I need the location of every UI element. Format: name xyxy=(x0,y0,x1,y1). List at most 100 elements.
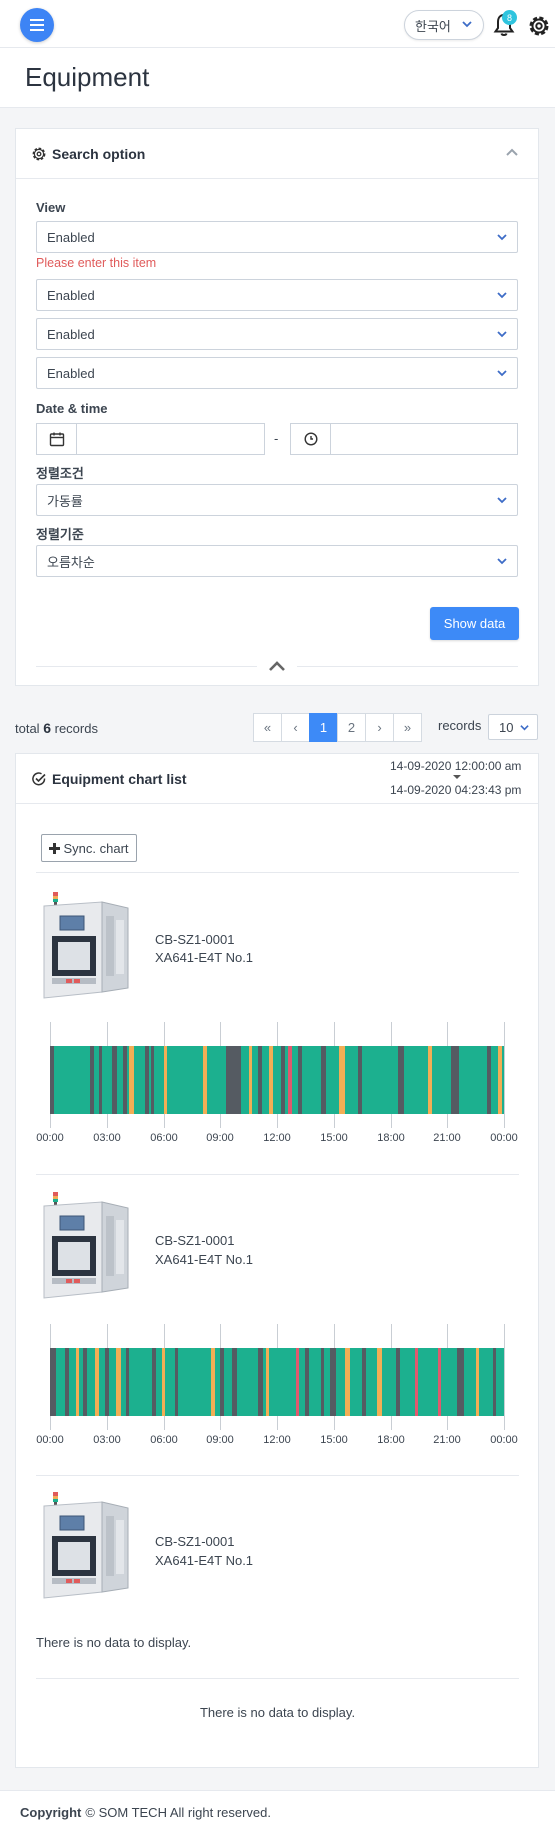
chart-segment-stopped[interactable] xyxy=(125,1348,130,1416)
chart-segment-stopped[interactable] xyxy=(220,1348,225,1416)
chart-segment-warning[interactable] xyxy=(339,1046,346,1114)
show-data-button[interactable]: Show data xyxy=(430,607,519,640)
equipment-name: XA641-E4T No.1 xyxy=(155,1553,254,1568)
page-button[interactable]: » xyxy=(393,713,422,742)
chart-segment-warning[interactable] xyxy=(498,1046,503,1114)
chart-bar-running[interactable] xyxy=(50,1046,504,1114)
chart-segment-alarm[interactable] xyxy=(295,1348,299,1416)
page-button[interactable]: 1 xyxy=(309,713,338,742)
chart-segment-warning[interactable] xyxy=(428,1046,433,1114)
chart-segment-warning[interactable] xyxy=(203,1046,207,1114)
chart-segment-stopped[interactable] xyxy=(398,1046,404,1114)
language-select[interactable]: 한국어 xyxy=(404,10,484,40)
chart-segment-stopped[interactable] xyxy=(305,1348,310,1416)
clock-button[interactable] xyxy=(291,424,331,454)
collapse-button[interactable] xyxy=(257,657,297,675)
chart-segment-stopped[interactable] xyxy=(50,1348,56,1416)
chart-segment-stopped[interactable] xyxy=(151,1046,155,1114)
chart-segment-stopped[interactable] xyxy=(225,1046,242,1114)
chevron-down-icon xyxy=(497,292,507,299)
chart-segment-stopped[interactable] xyxy=(358,1046,363,1114)
chart-segment-stopped[interactable] xyxy=(258,1046,262,1114)
chart-segment-alarm[interactable] xyxy=(288,1046,293,1114)
chart-segment-alarm[interactable] xyxy=(415,1348,418,1416)
chart-segment-stopped[interactable] xyxy=(112,1046,118,1114)
pagination: «‹ 1 2 ›» xyxy=(253,713,422,742)
chart-segment-stopped[interactable] xyxy=(320,1348,325,1416)
chart-gridline xyxy=(504,1324,505,1430)
chart-segment-stopped[interactable] xyxy=(122,1046,127,1114)
view-select[interactable]: Enabled xyxy=(36,221,518,253)
language-label: 한국어 xyxy=(415,18,451,34)
total-records: total 6 records xyxy=(15,720,98,736)
chart-segment-warning[interactable] xyxy=(161,1348,166,1416)
machine-image xyxy=(43,1192,129,1299)
chart-segment-warning[interactable] xyxy=(345,1348,350,1416)
settings-gear-icon[interactable] xyxy=(526,13,552,39)
chart-segment-stopped[interactable] xyxy=(396,1348,400,1416)
date-to-input[interactable] xyxy=(331,424,517,454)
chart-segment-stopped[interactable] xyxy=(99,1046,102,1114)
filter-select-2[interactable]: Enabled xyxy=(36,279,518,311)
chart-segment-stopped[interactable] xyxy=(152,1348,156,1416)
chart-segment-stopped[interactable] xyxy=(320,1046,327,1114)
menu-button[interactable] xyxy=(20,8,54,42)
page-button[interactable]: ‹ xyxy=(281,713,310,742)
calendar-button[interactable] xyxy=(37,424,77,454)
top-bar: 한국어 8 xyxy=(0,0,555,48)
chart-segment-stopped[interactable] xyxy=(65,1348,69,1416)
chart-segment-stopped[interactable] xyxy=(83,1348,87,1416)
chart-segment-warning[interactable] xyxy=(129,1046,135,1114)
chart-segment-warning[interactable] xyxy=(210,1348,215,1416)
chart-segment-warning[interactable] xyxy=(475,1348,480,1416)
page-button[interactable]: « xyxy=(253,713,282,742)
page-button[interactable]: › xyxy=(365,713,394,742)
chart-segment-stopped[interactable] xyxy=(456,1348,465,1416)
chart-segment-stopped[interactable] xyxy=(329,1348,336,1416)
equipment-code: CB-SZ1-0001 xyxy=(155,1534,235,1549)
chart-segment-stopped[interactable] xyxy=(280,1046,285,1114)
equipment-name: XA641-E4T No.1 xyxy=(155,950,254,965)
search-option-header[interactable]: Search option xyxy=(16,129,538,179)
sort-order-select[interactable]: 오름차순 xyxy=(36,545,518,577)
chart-segment-warning[interactable] xyxy=(269,1046,274,1114)
range-start[interactable]: 14-09-2020 12:00:00 am xyxy=(390,759,521,773)
filter-select-3[interactable]: Enabled xyxy=(36,318,518,350)
sync-chart-label: Sync. chart xyxy=(63,840,129,856)
chart-segment-warning[interactable] xyxy=(95,1348,100,1416)
chart-segment-stopped[interactable] xyxy=(258,1348,263,1416)
per-page-select[interactable]: 10 xyxy=(488,714,538,740)
empty-message-bottom: There is no data to display. xyxy=(199,1705,356,1720)
chart-segment-stopped[interactable] xyxy=(362,1348,366,1416)
range-end[interactable]: 14-09-2020 04:23:43 pm xyxy=(390,783,521,797)
chart-segment-stopped[interactable] xyxy=(451,1046,459,1114)
chart-segment-warning[interactable] xyxy=(116,1348,121,1416)
chart-segment-stopped[interactable] xyxy=(174,1348,178,1416)
chart-segment-alarm[interactable] xyxy=(437,1348,441,1416)
chart-segment-warning[interactable] xyxy=(248,1046,253,1114)
sort-condition-select[interactable]: 가동률 xyxy=(36,484,518,516)
caret-down-icon xyxy=(453,775,461,779)
chevron-up-icon[interactable] xyxy=(505,147,519,157)
time-to-group xyxy=(290,423,518,455)
chart-segment-stopped[interactable] xyxy=(144,1046,150,1114)
chart-segment-stopped[interactable] xyxy=(104,1348,109,1416)
chart-segment-stopped[interactable] xyxy=(231,1348,238,1416)
chart-segment-stopped[interactable] xyxy=(486,1046,491,1114)
filter-select-4[interactable]: Enabled xyxy=(36,357,518,389)
per-page-label: records xyxy=(438,718,482,733)
page-button[interactable]: 2 xyxy=(337,713,366,742)
chart-segment-stopped[interactable] xyxy=(50,1046,54,1114)
chart-segment-stopped[interactable] xyxy=(297,1046,302,1114)
chart-segment-warning[interactable] xyxy=(377,1348,382,1416)
chart-segment-stopped[interactable] xyxy=(89,1046,95,1114)
chart-segment-warning[interactable] xyxy=(76,1348,80,1416)
calendar-icon xyxy=(49,432,64,447)
date-from-input[interactable] xyxy=(77,424,264,454)
row-divider xyxy=(36,1678,519,1679)
sync-chart-button[interactable]: Sync. chart xyxy=(41,834,137,862)
chart-segment-stopped[interactable] xyxy=(492,1348,497,1416)
chart-segment-warning[interactable] xyxy=(265,1348,270,1416)
equipment-code: CB-SZ1-0001 xyxy=(155,932,235,947)
chart-segment-warning[interactable] xyxy=(163,1046,168,1114)
